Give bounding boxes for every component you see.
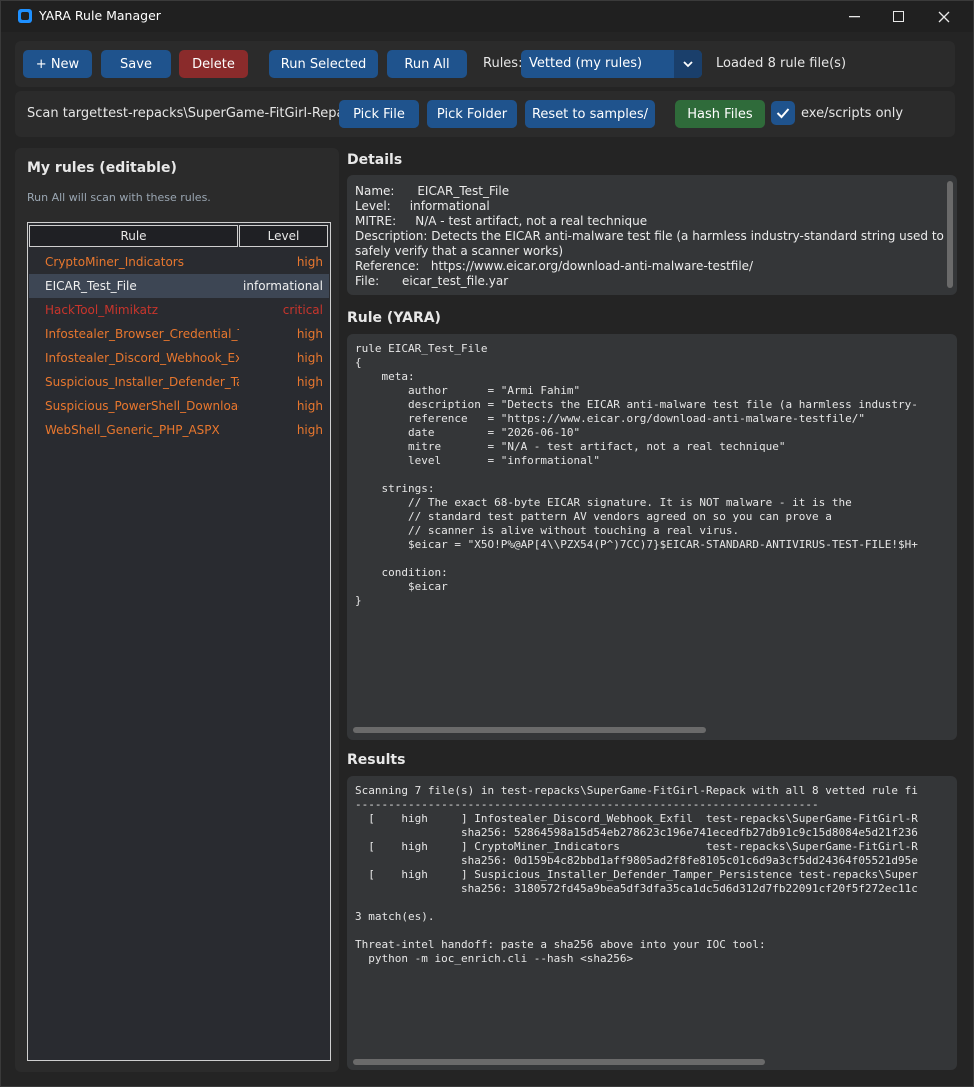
rule-level-cell: high: [296, 351, 323, 365]
title-bar: YARA Rule Manager: [1, 1, 973, 32]
rule-level-cell: high: [296, 375, 323, 389]
table-row[interactable]: HackTool_Mimikatz critical: [29, 298, 329, 322]
rule-name-cell: Suspicious_PowerShell_Downloader: [45, 399, 239, 413]
close-icon: [938, 11, 950, 22]
rule-level-cell: high: [296, 327, 323, 341]
reset-samples-button[interactable]: Reset to samples/: [525, 100, 655, 128]
rule-level-cell: high: [296, 255, 323, 269]
table-row[interactable]: Suspicious_Installer_Defender_Tamper high: [29, 370, 329, 394]
column-header-level[interactable]: Level: [239, 225, 328, 247]
scan-target-path: test-repacks\SuperGame-FitGirl-Repack: [103, 106, 360, 121]
rule-level-cell: informational: [243, 279, 323, 293]
chevron-down-icon[interactable]: [674, 50, 702, 78]
exe-only-checkbox[interactable]: [771, 101, 795, 125]
rules-panel-subtitle: Run All will scan with these rules.: [27, 191, 211, 204]
rules-label: Rules:: [483, 56, 523, 71]
results-title: Results: [347, 752, 406, 768]
rules-panel-title: My rules (editable): [27, 160, 177, 176]
scan-toolbar: Scan target: test-repacks\SuperGame-FitG…: [15, 91, 955, 137]
window-title: YARA Rule Manager: [39, 8, 161, 23]
rules-table[interactable]: Rule Level CryptoMiner_Indicators high EIC…: [27, 222, 331, 1061]
details-line: Level: informational: [355, 199, 490, 213]
rule-level-cell: critical: [282, 303, 323, 317]
table-row[interactable]: EICAR_Test_File informational: [29, 274, 329, 298]
checkmark-icon: [776, 108, 790, 119]
app-window: YARA Rule Manager + New Save Delete Run …: [0, 0, 974, 1087]
table-row[interactable]: CryptoMiner_Indicators high: [29, 250, 329, 274]
details-line: Name: EICAR_Test_File: [355, 184, 510, 198]
results-text[interactable]: Scanning 7 file(s) in test-repacks\Super…: [355, 784, 918, 966]
rule-name-cell: Infostealer_Discord_Webhook_Exfil: [45, 351, 239, 365]
maximize-icon: [892, 11, 904, 22]
rule-level-cell: high: [296, 399, 323, 413]
minimize-icon: [848, 15, 860, 17]
main-toolbar: + New Save Delete Run Selected Run All R…: [15, 41, 955, 87]
rule-name-cell: EICAR_Test_File: [45, 279, 137, 293]
maximize-button[interactable]: [875, 1, 921, 32]
rule-name-cell: WebShell_Generic_PHP_ASPX: [45, 423, 220, 437]
details-scrollbar[interactable]: [947, 181, 953, 288]
table-row[interactable]: WebShell_Generic_PHP_ASPX high: [29, 418, 329, 442]
run-selected-button[interactable]: Run Selected: [269, 50, 378, 78]
details-box[interactable]: Name: EICAR_Test_File Level: informationa…: [347, 175, 957, 295]
rules-select-value: Vetted (my rules): [529, 56, 643, 71]
table-row[interactable]: Infostealer_Browser_Credential_Theft high: [29, 322, 329, 346]
rule-code[interactable]: rule EICAR_Test_File { meta: author = "A…: [355, 342, 918, 608]
rule-editor-scrollbar[interactable]: [353, 727, 706, 733]
rule-name-cell: Infostealer_Browser_Credential_Theft: [45, 327, 239, 341]
details-line: Reference: https://www.eicar.org/downloa…: [355, 259, 754, 273]
details-title: Details: [347, 152, 403, 168]
new-rule-button[interactable]: + New: [23, 50, 92, 78]
rules-select[interactable]: Vetted (my rules): [521, 50, 702, 78]
pick-file-button[interactable]: Pick File: [339, 100, 419, 128]
details-line: Description: Detects the EICAR anti-malw…: [355, 229, 944, 243]
delete-button[interactable]: Delete: [179, 50, 248, 78]
rule-name-cell: CryptoMiner_Indicators: [45, 255, 184, 269]
details-line: MITRE: N/A - test artifact, not a real t…: [355, 214, 648, 228]
exe-only-label: exe/scripts only: [801, 106, 904, 121]
pick-folder-button[interactable]: Pick Folder: [427, 100, 517, 128]
minimize-button[interactable]: [831, 1, 877, 32]
rule-level-cell: high: [296, 423, 323, 437]
hash-files-button[interactable]: Hash Files: [675, 100, 765, 128]
details-line: safely verify that a scanner works): [355, 244, 564, 258]
rule-editor[interactable]: rule EICAR_Test_File { meta: author = "A…: [347, 334, 957, 740]
column-header-rule[interactable]: Rule: [29, 225, 238, 247]
close-button[interactable]: [921, 1, 967, 32]
results-box[interactable]: Scanning 7 file(s) in test-repacks\Super…: [347, 776, 957, 1070]
rules-panel: My rules (editable) Run All will scan wi…: [15, 148, 339, 1072]
results-scrollbar[interactable]: [353, 1059, 765, 1065]
app-logo-icon: [18, 9, 32, 23]
scan-target-label: Scan target:: [27, 106, 107, 121]
table-row[interactable]: Infostealer_Discord_Webhook_Exfil high: [29, 346, 329, 370]
rule-name-cell: Suspicious_Installer_Defender_Tamper: [45, 375, 239, 389]
rule-title: Rule (YARA): [347, 310, 441, 326]
table-row[interactable]: Suspicious_PowerShell_Downloader high: [29, 394, 329, 418]
rule-name-cell: HackTool_Mimikatz: [45, 303, 159, 317]
details-line: File: eicar_test_file.yar: [355, 274, 509, 288]
load-status: Loaded 8 rule file(s): [716, 56, 847, 71]
save-button[interactable]: Save: [101, 50, 171, 78]
run-all-button[interactable]: Run All: [387, 50, 467, 78]
